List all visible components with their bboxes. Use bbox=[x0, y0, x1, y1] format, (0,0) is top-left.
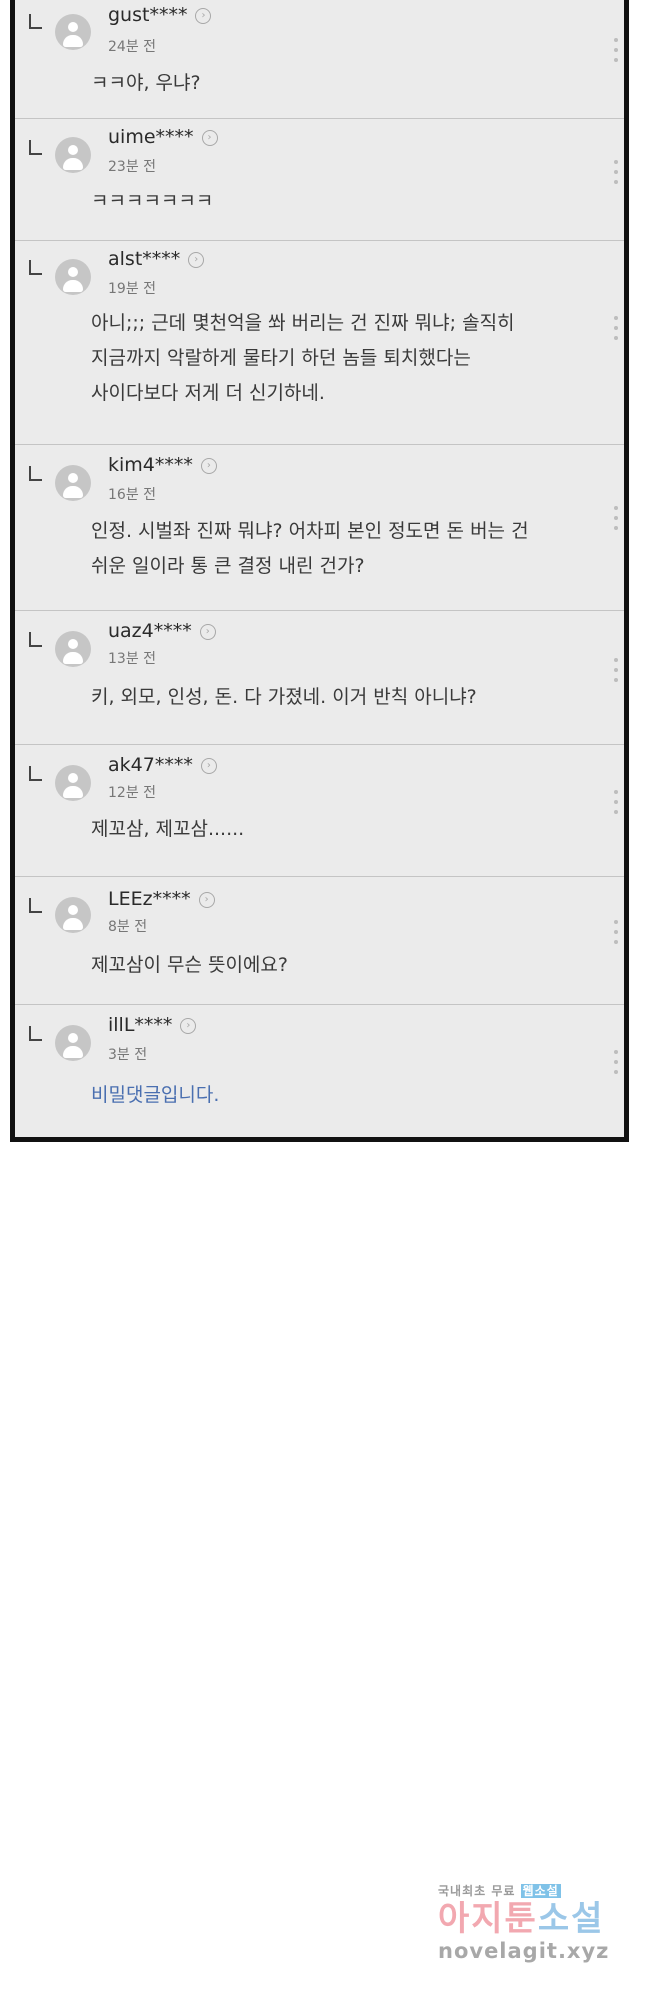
reply-arrow-icon bbox=[29, 632, 42, 647]
comment-item: illL**** › 3분 전 비밀댓글입니다. bbox=[15, 1004, 624, 1137]
reply-arrow-icon bbox=[29, 898, 42, 913]
comment-text: 제꼬삼이 무슨 뜻이에요? bbox=[91, 954, 288, 976]
comment-text: 제꼬삼, 제꼬삼...... bbox=[91, 818, 245, 840]
comment-item: ak47**** › 12분 전 제꼬삼, 제꼬삼...... bbox=[15, 744, 624, 877]
reply-arrow-icon bbox=[29, 466, 42, 481]
comment-time: 13분 전 bbox=[108, 651, 157, 667]
watermark-brand-suffix: 소설 bbox=[537, 1899, 605, 1939]
comment-text: 인정. 시벌좌 진짜 뭐냐? 어차피 본인 정도면 돈 버는 건 쉬운 일이라 … bbox=[91, 520, 529, 577]
reply-arrow-icon bbox=[29, 766, 42, 781]
comment-item: alst**** › 19분 전 아니;;; 근데 몇천억을 쏴 버리는 건 진짜… bbox=[15, 240, 624, 445]
avatar-icon bbox=[55, 765, 91, 801]
avatar-icon bbox=[55, 465, 91, 501]
profile-arrow-icon[interactable]: › bbox=[188, 252, 205, 268]
comment-text: 아니;;; 근데 몇천억을 쏴 버리는 건 진짜 뭐냐; 솔직히 지금까지 악랄… bbox=[91, 312, 515, 404]
comment-time: 23분 전 bbox=[108, 159, 157, 175]
comment-time: 24분 전 bbox=[108, 39, 157, 55]
more-options-icon[interactable] bbox=[614, 1050, 620, 1080]
avatar-icon bbox=[55, 897, 91, 933]
avatar-icon bbox=[55, 631, 91, 667]
comment-item: uaz4**** › 13분 전 키, 외모, 인성, 돈. 다 가졌네. 이거 … bbox=[15, 610, 624, 745]
comment-username[interactable]: kim4**** › bbox=[108, 454, 217, 476]
avatar-icon bbox=[55, 259, 91, 295]
watermark-tagline: 국내최초 무료 bbox=[438, 1884, 516, 1898]
more-options-icon[interactable] bbox=[614, 38, 620, 68]
comment-username[interactable]: uaz4**** › bbox=[108, 620, 216, 642]
reply-arrow-icon bbox=[29, 14, 42, 29]
comment-username[interactable]: uime**** › bbox=[108, 126, 218, 148]
watermark-tag: 웹소설 bbox=[520, 1884, 561, 1898]
profile-arrow-icon[interactable]: › bbox=[200, 758, 217, 774]
comment-panel: gust**** › 24분 전 ㅋㅋ야, 우냐? uime**** › 23분 전… bbox=[10, 0, 629, 1142]
comment-username[interactable]: LEEz**** › bbox=[108, 888, 215, 910]
profile-arrow-icon[interactable]: › bbox=[200, 458, 217, 474]
comment-time: 16분 전 bbox=[108, 487, 157, 503]
more-options-icon[interactable] bbox=[614, 790, 620, 820]
comment-text: 키, 외모, 인성, 돈. 다 가졌네. 이거 반칙 아니냐? bbox=[91, 686, 477, 708]
more-options-icon[interactable] bbox=[614, 506, 620, 536]
comment-item: uime**** › 23분 전 ㅋㅋㅋㅋㅋㅋㅋ bbox=[15, 118, 624, 241]
comment-item: gust**** › 24분 전 ㅋㅋ야, 우냐? bbox=[15, 0, 624, 119]
secret-comment-text: 비밀댓글입니다. bbox=[91, 1084, 220, 1106]
avatar-icon bbox=[55, 14, 91, 50]
watermark-brand: 아지툰 bbox=[438, 1899, 538, 1939]
comment-item: kim4**** › 16분 전 인정. 시벌좌 진짜 뭐냐? 어차피 본인 정도… bbox=[15, 444, 624, 611]
reply-arrow-icon bbox=[29, 260, 42, 275]
profile-arrow-icon[interactable]: › bbox=[180, 1018, 197, 1034]
more-options-icon[interactable] bbox=[614, 160, 620, 190]
avatar-icon bbox=[55, 1025, 91, 1061]
comment-username[interactable]: illL**** › bbox=[108, 1014, 197, 1036]
comment-time: 19분 전 bbox=[108, 281, 157, 297]
avatar-icon bbox=[55, 137, 91, 173]
comment-text: ㅋㅋㅋㅋㅋㅋㅋ bbox=[91, 190, 214, 212]
comment-text: ㅋㅋ야, 우냐? bbox=[91, 72, 201, 94]
comment-time: 12분 전 bbox=[108, 785, 157, 801]
more-options-icon[interactable] bbox=[614, 316, 620, 346]
comment-time: 3분 전 bbox=[108, 1047, 148, 1063]
comment-username[interactable]: gust**** › bbox=[108, 4, 212, 26]
more-options-icon[interactable] bbox=[614, 658, 620, 688]
comment-username[interactable]: alst**** › bbox=[108, 248, 205, 270]
reply-arrow-icon bbox=[29, 1026, 42, 1041]
more-options-icon[interactable] bbox=[614, 920, 620, 950]
profile-arrow-icon[interactable]: › bbox=[199, 624, 216, 640]
comment-item: LEEz**** › 8분 전 제꼬삼이 무슨 뜻이에요? bbox=[15, 876, 624, 1005]
watermark-url: novelagit.xyz bbox=[438, 1939, 610, 1963]
comment-username[interactable]: ak47**** › bbox=[108, 754, 217, 776]
profile-arrow-icon[interactable]: › bbox=[195, 8, 212, 24]
reply-arrow-icon bbox=[29, 140, 42, 155]
site-watermark: 국내최초 무료 웹소설 아지툰소설 novelagit.xyz bbox=[438, 1882, 628, 1982]
comment-time: 8분 전 bbox=[108, 919, 148, 935]
profile-arrow-icon[interactable]: › bbox=[201, 130, 218, 146]
profile-arrow-icon[interactable]: › bbox=[198, 892, 215, 908]
